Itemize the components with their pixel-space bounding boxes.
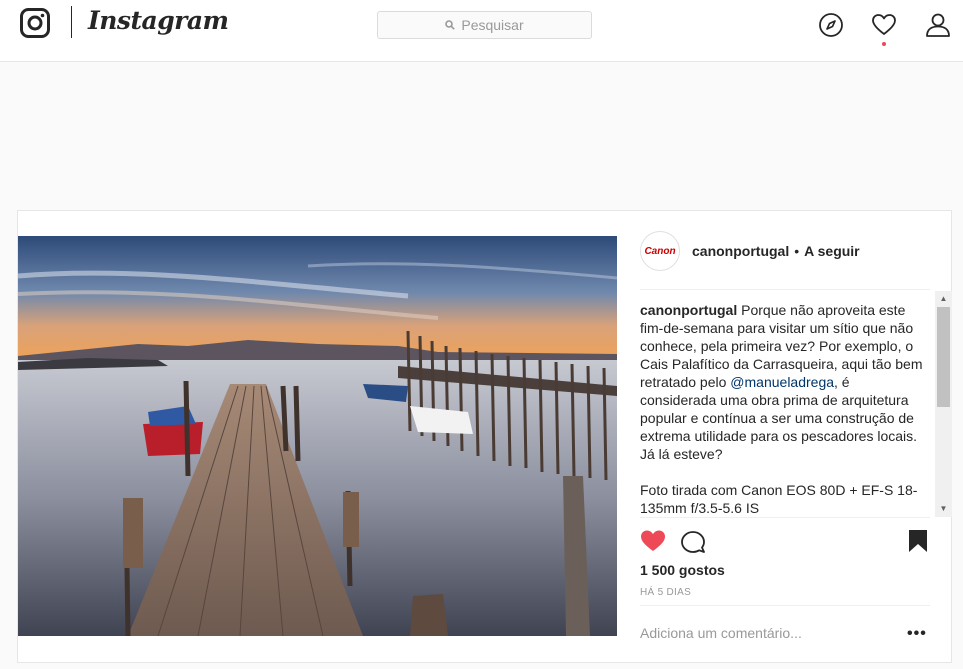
comment-input[interactable]: Adiciona um comentário... bbox=[640, 625, 802, 641]
post-username[interactable]: canonportugal bbox=[692, 243, 789, 259]
bookmark-icon[interactable] bbox=[908, 529, 928, 553]
scrollbar-thumb[interactable] bbox=[937, 307, 950, 407]
scroll-down-arrow-icon[interactable]: ▼ bbox=[935, 501, 952, 517]
post-card: Canon canonportugal • A seguir canonport… bbox=[17, 210, 952, 663]
caption-divider bbox=[640, 517, 930, 518]
heart-icon[interactable] bbox=[871, 12, 897, 38]
search-icon bbox=[445, 20, 456, 30]
avatar[interactable]: Canon bbox=[640, 231, 680, 271]
top-navigation-bar: Instagram Pesquisar bbox=[0, 0, 963, 62]
post-details-panel: Canon canonportugal • A seguir canonport… bbox=[617, 211, 952, 662]
follow-button[interactable]: A seguir bbox=[804, 243, 860, 259]
mention-link[interactable]: @manueladrega bbox=[730, 374, 834, 390]
comment-bubble-icon[interactable] bbox=[680, 529, 706, 555]
likes-count[interactable]: 1 500 gostos bbox=[640, 562, 725, 578]
logo-divider bbox=[71, 6, 72, 38]
person-icon[interactable] bbox=[925, 12, 951, 38]
instagram-camera-icon[interactable] bbox=[20, 8, 50, 38]
search-placeholder: Pesquisar bbox=[461, 17, 524, 33]
post-actions bbox=[640, 527, 930, 555]
like-heart-icon[interactable] bbox=[640, 529, 666, 553]
post-photo[interactable] bbox=[18, 236, 617, 636]
instagram-wordmark[interactable]: Instagram bbox=[88, 6, 229, 35]
search-input[interactable]: Pesquisar bbox=[377, 11, 592, 39]
scroll-up-arrow-icon[interactable]: ▲ bbox=[935, 291, 952, 307]
comment-divider bbox=[640, 605, 930, 606]
post-header: Canon canonportugal • A seguir bbox=[640, 229, 930, 273]
notification-dot bbox=[882, 42, 886, 46]
canon-logo-text: Canon bbox=[644, 245, 676, 257]
caption-username[interactable]: canonportugal bbox=[640, 302, 737, 318]
header-divider bbox=[640, 289, 930, 290]
caption-scrollbar[interactable]: ▲ ▼ bbox=[935, 291, 952, 517]
post-timestamp[interactable]: HÁ 5 DIAS bbox=[640, 587, 691, 598]
compass-icon[interactable] bbox=[818, 12, 844, 38]
caption-camera-info: Foto tirada com Canon EOS 80D + EF-S 18-… bbox=[640, 482, 918, 516]
caption-scroll-area[interactable]: canonportugal Porque não aproveita este … bbox=[640, 291, 937, 517]
post-caption: canonportugal Porque não aproveita este … bbox=[640, 291, 937, 517]
pier-sunset-photo bbox=[18, 236, 617, 636]
separator-dot: • bbox=[794, 243, 800, 259]
more-options-icon[interactable]: ••• bbox=[907, 625, 927, 643]
